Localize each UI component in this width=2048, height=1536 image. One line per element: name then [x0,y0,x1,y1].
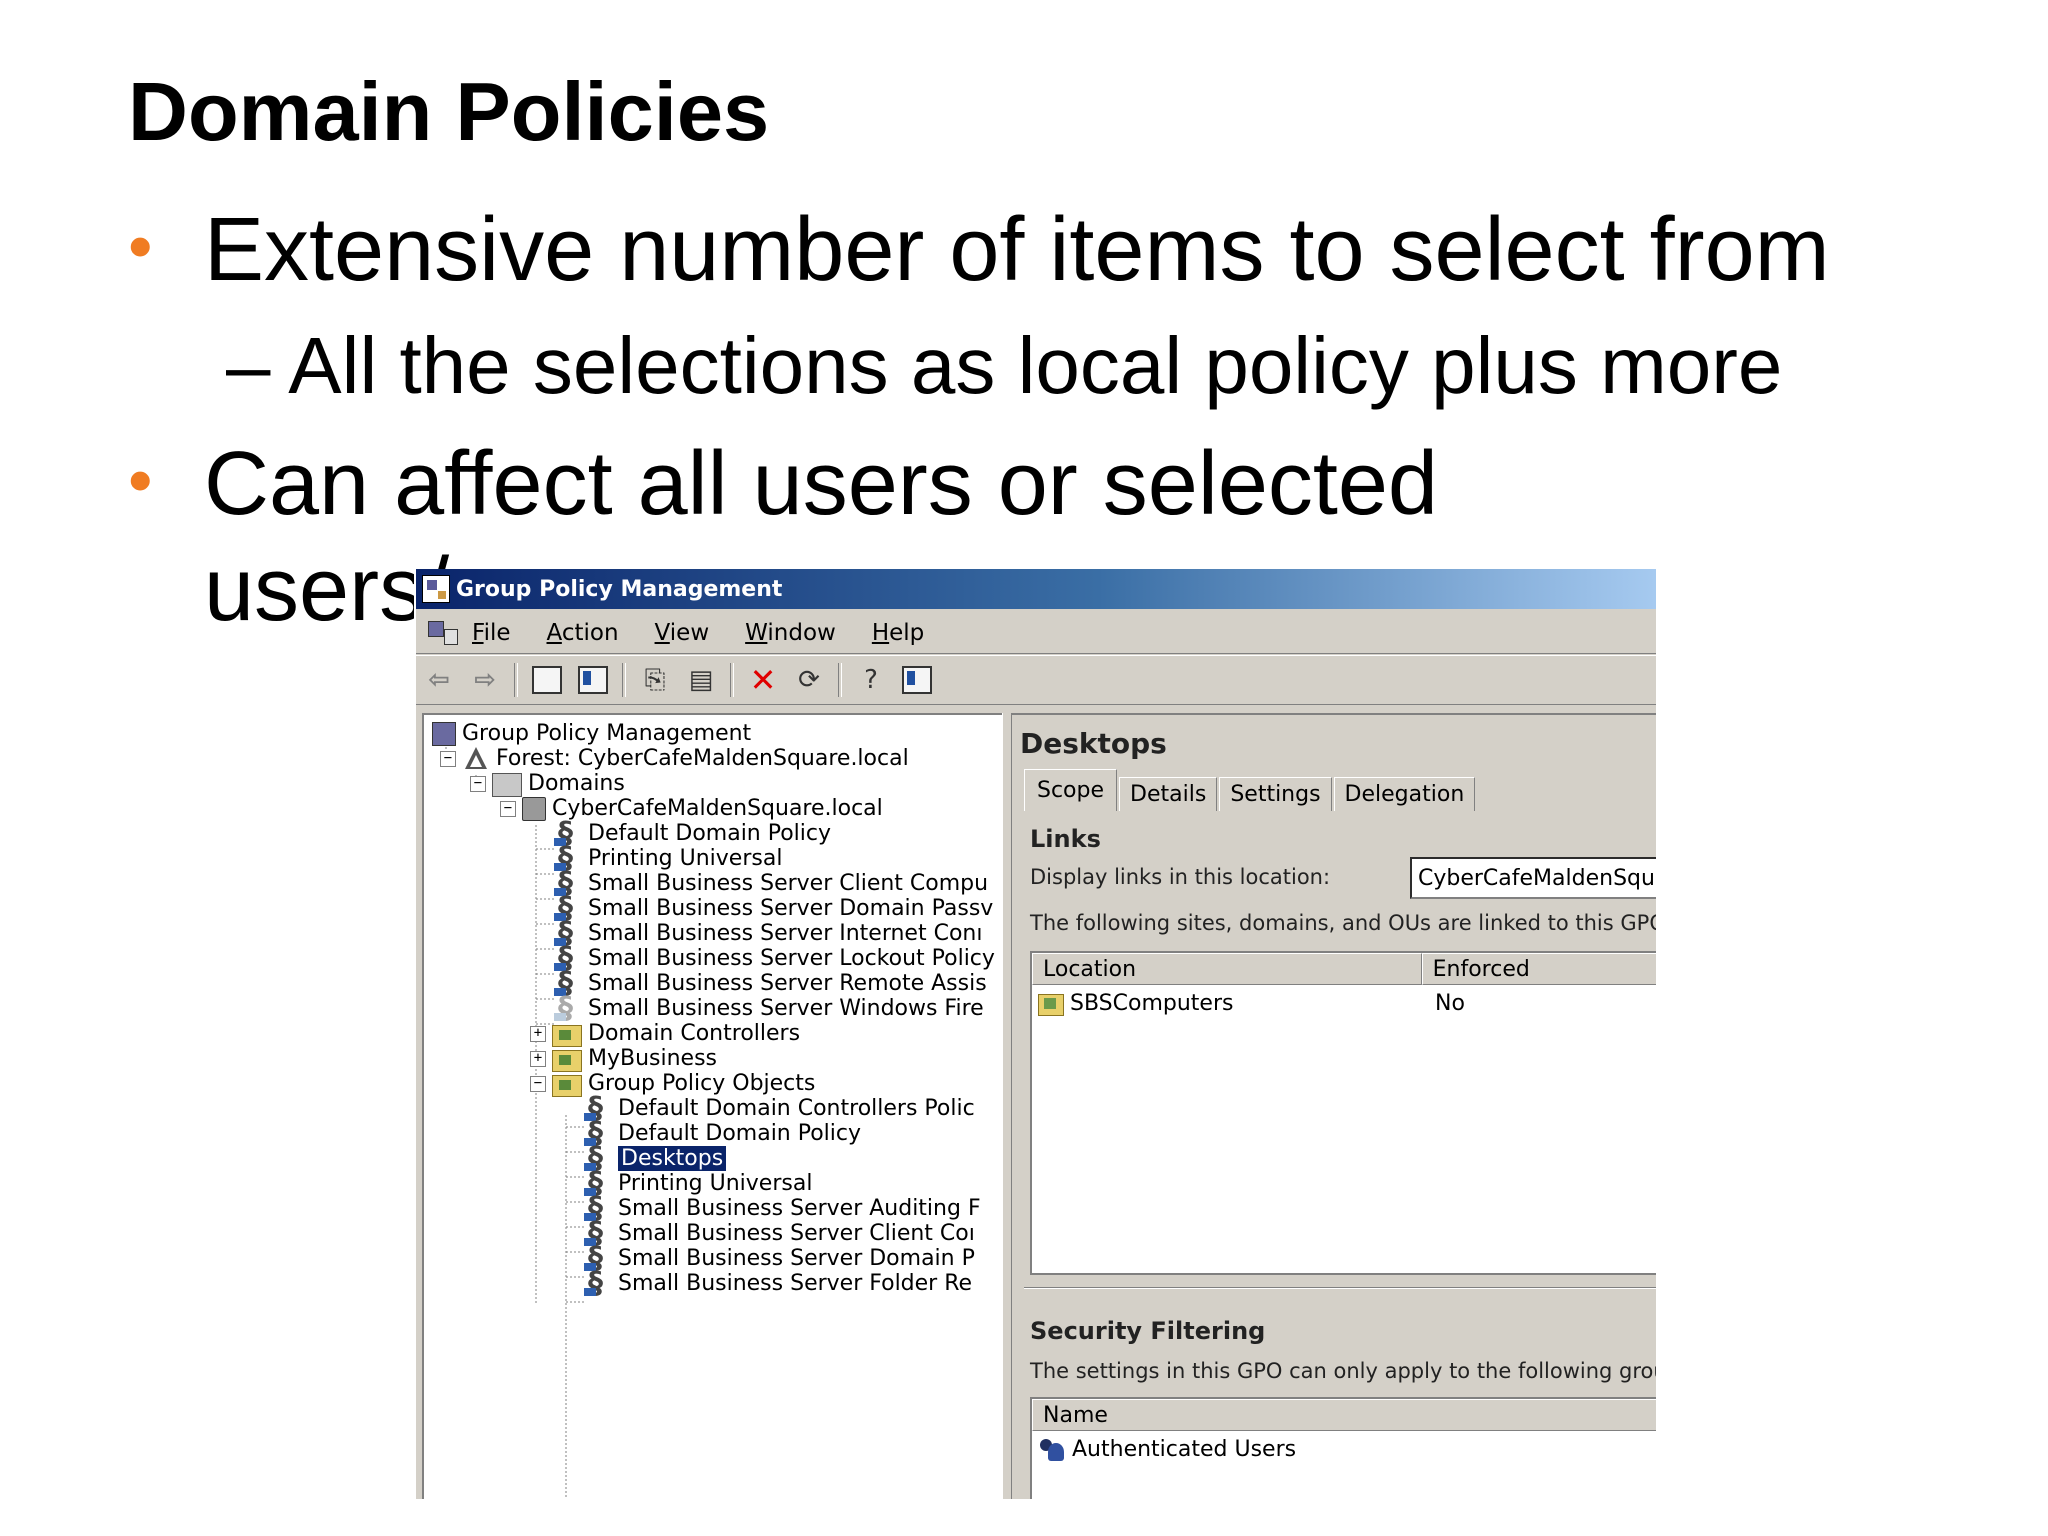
slide-title: Domain Policies [128,65,770,158]
column-enforced[interactable]: Enforced [1421,953,1656,985]
link-enforced: No [1435,990,1465,1016]
display-links-location-select[interactable]: CyberCafeMaldenSquare. [1410,857,1656,899]
security-principal-name: Authenticated Users [1072,1436,1297,1462]
expand-icon[interactable]: + [530,1025,546,1042]
details-pane: Desktops Scope Details Settings Delegati… [1012,713,1656,1499]
column-name[interactable]: Name [1032,1399,1656,1431]
ou-icon [1038,993,1064,1016]
display-links-label: Display links in this location: [1030,865,1331,889]
bullet-1-text: Extensive number of items to select from [204,200,1830,300]
list-item[interactable]: Authenticated Users [1038,1433,1296,1465]
menu-window[interactable]: Window [745,620,836,646]
up-folder-glyph [532,666,562,694]
copy-icon[interactable]: ⎘ [637,663,673,697]
list-item[interactable]: SBSComputers No [1038,987,1465,1019]
menu-file[interactable]: File [472,620,511,646]
toolbar: ⇦ ⇨ ⎘ ▤ ✕ ⟳ ? [416,655,1656,705]
bullet-2: • Can affect all users or selected [128,430,1438,538]
help-icon[interactable]: ? [853,663,889,697]
gpo-icon [584,1266,612,1301]
tree-item-gpo[interactable]: Small Business Server Folder Re [584,1266,973,1301]
console-tree[interactable]: Group Policy Management − Forest: CyberC… [422,713,1002,1499]
security-filtering-text: The settings in this GPO can only apply … [1030,1359,1656,1383]
links-list[interactable]: Location Enforced SBSComputers No [1030,951,1656,1275]
toolbar-separator [730,663,734,697]
security-filtering-list[interactable]: Name Authenticated Users [1030,1397,1656,1499]
menu-bar: File Action View Window Help [416,613,1656,654]
domain-icon [522,796,546,821]
bullet-1: • Extensive number of items to select fro… [128,196,1830,304]
tab-scope[interactable]: Scope [1024,769,1118,811]
users-group-icon [1038,1435,1066,1463]
tab-settings[interactable]: Settings [1219,777,1332,811]
gpo-folder-icon [552,1074,582,1097]
security-list-header: Name [1032,1399,1656,1431]
gpm-window: Group Policy Management File Action View… [414,569,1656,1499]
bullet-2-continuation: users/ [204,540,450,640]
column-location[interactable]: Location [1032,953,1422,985]
forward-arrow-icon[interactable]: ⇨ [467,663,503,697]
collapse-icon[interactable]: − [500,800,516,817]
tab-details[interactable]: Details [1119,777,1218,811]
tree-item-label: Small Business Server Folder Re [618,1271,973,1296]
gpo-title: Desktops [1020,727,1167,760]
menu-view[interactable]: View [655,620,710,646]
mmc-document-icon[interactable] [426,619,462,647]
properties-icon[interactable] [899,663,935,697]
toolbar-separator [514,663,518,697]
tab-delegation[interactable]: Delegation [1333,777,1476,811]
sub-bullet-1: – All the selections as local policy plu… [226,321,1783,410]
section-divider [1024,1287,1656,1289]
window-titlebar[interactable]: Group Policy Management [416,569,1656,609]
gpm-app-icon [422,575,450,603]
show-hide-tree-icon[interactable] [575,663,611,697]
security-filtering-heading: Security Filtering [1030,1317,1266,1345]
back-arrow-icon[interactable]: ⇦ [421,663,457,697]
show-hide-tree-glyph [578,666,608,694]
toolbar-separator [838,663,842,697]
links-list-header: Location Enforced [1032,953,1656,985]
linked-objects-text: The following sites, domains, and OUs ar… [1030,911,1656,935]
window-title: Group Policy Management [456,576,783,602]
tab-strip: Scope Details Settings Delegation [1024,767,1477,811]
links-heading: Links [1030,825,1101,853]
pane-splitter[interactable] [1002,713,1012,1499]
collapse-icon[interactable]: − [530,1075,546,1092]
expand-icon[interactable]: + [530,1050,546,1067]
bullet-dot-icon: • [128,207,153,286]
refresh-icon[interactable]: ⟳ [791,663,827,697]
bullet-dot-icon: • [128,441,153,520]
menu-action[interactable]: Action [547,620,619,646]
paste-icon[interactable]: ▤ [683,663,719,697]
menu-help[interactable]: Help [872,620,924,646]
properties-glyph [902,666,932,694]
toolbar-separator [622,663,626,697]
bullet-2-text: Can affect all users or selected [204,434,1438,534]
collapse-icon[interactable]: − [440,750,456,767]
link-location: SBSComputers [1070,990,1234,1016]
collapse-icon[interactable]: − [470,775,486,792]
delete-icon[interactable]: ✕ [745,661,781,699]
up-folder-icon[interactable] [529,663,565,697]
